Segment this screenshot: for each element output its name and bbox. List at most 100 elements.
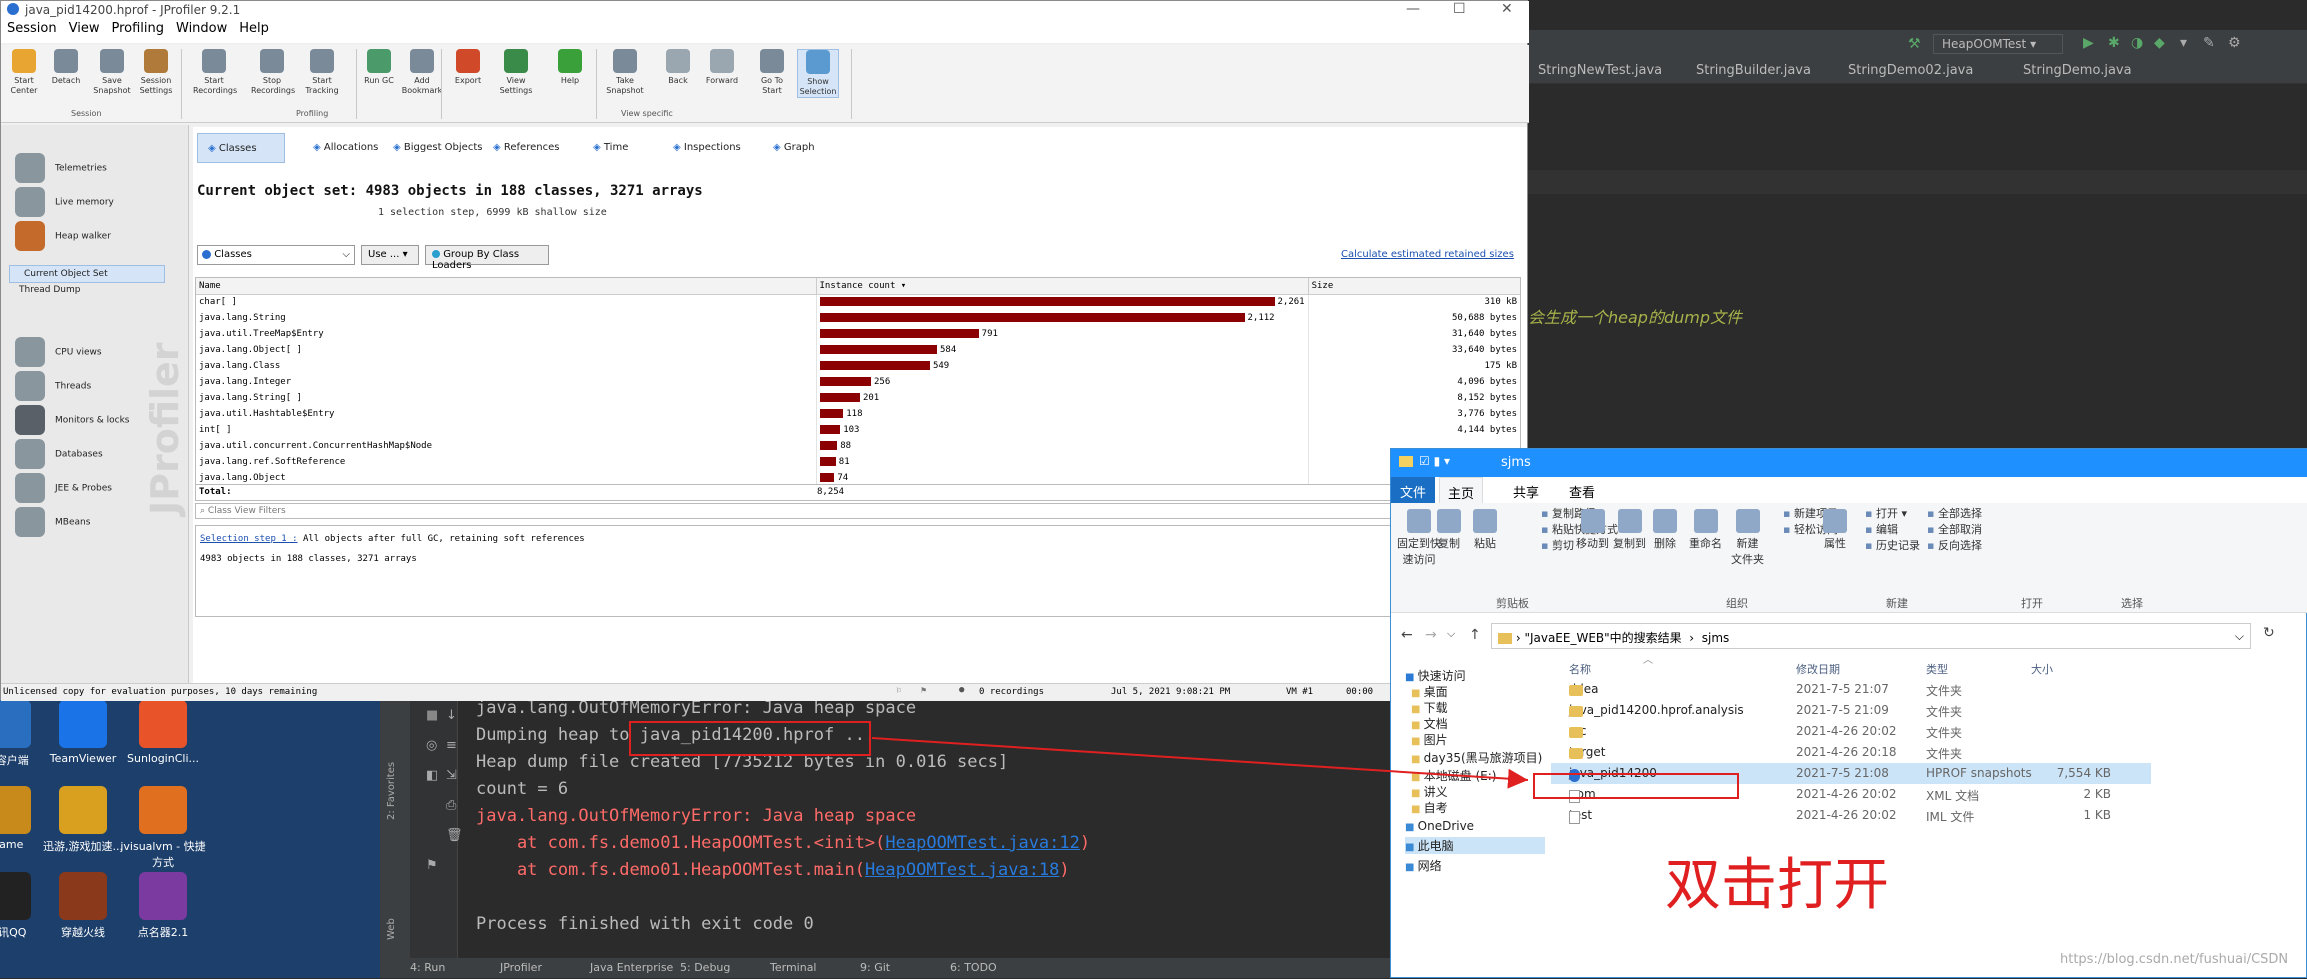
sidebar-item-cpu-views[interactable]: CPU views <box>15 337 102 367</box>
close-icon[interactable]: ✕ <box>1501 1 1513 17</box>
ribbon-command[interactable]: 粘贴 <box>1473 509 1497 551</box>
restore-icon[interactable]: ◧ <box>426 768 438 783</box>
calculate-retained-sizes-link[interactable]: Calculate estimated retained sizes <box>1341 249 1514 260</box>
menu-view[interactable]: View <box>69 21 100 36</box>
debug-icon[interactable]: ✱ <box>2108 35 2120 51</box>
column-instance-count[interactable]: Instance count ▾ <box>816 278 1309 294</box>
menu-profiling[interactable]: Profiling <box>111 21 164 36</box>
bottom-tool-tab[interactable]: 4: Run <box>410 961 445 974</box>
menu-window[interactable]: Window <box>176 21 227 36</box>
nav-item[interactable]: ■ OneDrive <box>1405 819 1474 833</box>
table-row[interactable]: int[ ] 103 4,144 bytes <box>196 422 1520 438</box>
pin-icon[interactable]: ⚑ <box>426 858 438 873</box>
column-name[interactable]: Name <box>196 278 817 294</box>
desktop-shortcut[interactable]: 迅游,游戏加速... <box>38 786 128 854</box>
group-by-class-loaders-button[interactable]: Group By Class Loaders <box>425 245 549 271</box>
sidebar-item-monitors-locks[interactable]: Monitors & locks <box>15 405 130 435</box>
column-date[interactable]: 修改日期 <box>1796 661 1840 677</box>
column-type[interactable]: 类型 <box>1926 661 1948 677</box>
export-button[interactable]: Export <box>447 49 489 86</box>
favorites-side-tab[interactable]: 2: Favorites <box>386 762 397 820</box>
table-row[interactable]: java.lang.String[ ] 201 8,152 bytes <box>196 390 1520 406</box>
nav-item[interactable]: ■ 自考 <box>1411 799 1448 816</box>
scroll-down-icon[interactable]: ↓ <box>446 708 457 723</box>
selection-step-link[interactable]: Selection step 1 : <box>200 534 298 544</box>
settings-icon[interactable]: ⚙ <box>2228 35 2241 51</box>
ribbon-command[interactable]: ▪ 编辑 <box>1865 521 1898 537</box>
path-segment-search[interactable]: "JavaEE_WEB"中的搜索结果 <box>1524 631 1681 645</box>
desktop-shortcut[interactable]: SunloginCli... <box>118 700 208 765</box>
view-select[interactable]: Classes ⌵ <box>197 245 355 265</box>
sidebar-item-heap-walker[interactable]: Heap walker <box>15 221 111 251</box>
run-icon[interactable]: ▶ <box>2083 35 2094 51</box>
table-row[interactable]: java.lang.Integer 256 4,096 bytes <box>196 374 1520 390</box>
bottom-tool-tab[interactable]: Java Enterprise <box>590 961 673 974</box>
ribbon-command[interactable]: ▪ 全部选择 <box>1927 505 1982 521</box>
back-button[interactable]: Back <box>657 49 699 86</box>
profile-icon[interactable]: ◆ <box>2154 35 2165 51</box>
nav-item[interactable]: ■ 快速访问 <box>1405 667 1466 684</box>
tab-time[interactable]: ◈ Time <box>583 133 653 163</box>
sidebar-item-thread-dump[interactable]: Thread Dump <box>19 285 80 295</box>
dropdown-icon[interactable]: ▾ <box>2180 35 2187 51</box>
table-row[interactable]: java.util.Hashtable$Entry 118 3,776 bytes <box>196 406 1520 422</box>
stop-recordings-button[interactable]: Stop Recordings <box>251 49 295 96</box>
sidebar-item-databases[interactable]: Databases <box>15 439 103 469</box>
up-arrow-icon[interactable]: ↑ <box>1469 627 1481 643</box>
ribbon-command[interactable]: 复制 <box>1437 509 1461 551</box>
desktop-shortcut[interactable]: jvisualvm - 快捷方式 <box>118 786 208 870</box>
start-recordings-button[interactable]: Start Recordings <box>193 49 237 96</box>
nav-item[interactable]: ■ 此电脑 <box>1405 837 1545 854</box>
bottom-tool-tab[interactable]: 9: Git <box>860 961 890 974</box>
detach-button[interactable]: Detach <box>45 49 87 86</box>
file-row[interactable]: src 2021-4-26 20:02 文件夹 <box>1551 721 2151 742</box>
ribbon-command[interactable]: 新建 文件夹 <box>1731 509 1764 567</box>
go-to-start-button[interactable]: Go To Start <box>751 49 793 96</box>
soft-wrap-icon[interactable]: ⇲ <box>446 768 457 783</box>
ribbon-command[interactable]: 固定到快 速访问 <box>1397 509 1441 567</box>
print-icon[interactable]: ⎙ <box>446 798 456 813</box>
recent-chevron-icon[interactable]: ⌵ <box>1447 627 1455 641</box>
sidebar-item-threads[interactable]: Threads <box>15 371 91 401</box>
table-row[interactable]: java.util.TreeMap$Entry 791 31,640 bytes <box>196 326 1520 342</box>
maximize-icon[interactable]: ☐ <box>1453 1 1466 17</box>
show-selection-button[interactable]: Show Selection <box>797 49 839 98</box>
stacktrace-link[interactable]: HeapOOMTest.java:18 <box>865 860 1059 880</box>
camera-icon[interactable]: ◎ <box>426 738 437 753</box>
run-config-select[interactable]: HeapOOMTest ▾ <box>1933 34 2063 54</box>
table-row[interactable]: java.lang.Object 74 <box>196 470 1520 484</box>
table-row[interactable]: java.lang.String 2,112 50,688 bytes <box>196 310 1520 326</box>
ribbon-command[interactable]: 删除 <box>1653 509 1677 551</box>
table-row[interactable]: char[ ] 2,261 310 kB <box>196 294 1520 310</box>
ribbon-command[interactable]: ▪ 历史记录 <box>1865 537 1920 553</box>
stacktrace-link[interactable]: HeapOOMTest.java:12 <box>885 833 1079 853</box>
column-filename[interactable]: 名称 <box>1569 661 1591 677</box>
file-row[interactable]: .idea 2021-7-5 21:07 文件夹 <box>1551 679 2151 700</box>
table-row[interactable]: java.lang.Object[ ] 584 33,640 bytes <box>196 342 1520 358</box>
tab-allocations[interactable]: ◈ Allocations <box>303 133 393 163</box>
sidebar-item-telemetries[interactable]: Telemetries <box>15 153 107 183</box>
save-snapshot-button[interactable]: Save Snapshot <box>91 49 133 96</box>
bottom-tool-tab[interactable]: 6: TODO <box>950 961 997 974</box>
column-size[interactable]: Size <box>1308 278 1520 294</box>
address-dropdown-icon[interactable]: ⌵ <box>2235 629 2244 644</box>
menu-help[interactable]: Help <box>239 21 269 36</box>
tab-view[interactable]: 查看 <box>1569 482 1595 501</box>
trash-icon[interactable]: 🗑 <box>446 828 463 843</box>
help-button[interactable]: Help <box>549 49 591 86</box>
editor-tab-3[interactable]: StringDemo02.java <box>1848 63 1973 78</box>
ribbon-command[interactable]: ▪ 反向选择 <box>1927 537 1982 553</box>
back-arrow-icon[interactable]: ← <box>1401 627 1413 643</box>
table-row[interactable]: java.lang.Class 549 175 kB <box>196 358 1520 374</box>
desktop-shortcut[interactable]: 点名器2.1 <box>118 872 208 940</box>
sidebar-item-mbeans[interactable]: MBeans <box>15 507 90 537</box>
classes-table[interactable]: Name Instance count ▾ Size char[ ] 2,261 3… <box>195 277 1521 485</box>
build-icon[interactable]: ✎ <box>2203 35 2215 51</box>
table-row[interactable]: java.lang.ref.SoftReference 81 <box>196 454 1520 470</box>
path-segment-sjms[interactable]: sjms <box>1702 631 1730 645</box>
bottom-tool-tab[interactable]: 5: Debug <box>680 961 730 974</box>
use-button[interactable]: Use ... ▾ <box>361 245 419 265</box>
take-snapshot-button[interactable]: Take Snapshot <box>604 49 646 96</box>
file-row[interactable]: target 2021-4-26 20:18 文件夹 <box>1551 742 2151 763</box>
ribbon-command[interactable]: 复制到 <box>1613 509 1646 551</box>
